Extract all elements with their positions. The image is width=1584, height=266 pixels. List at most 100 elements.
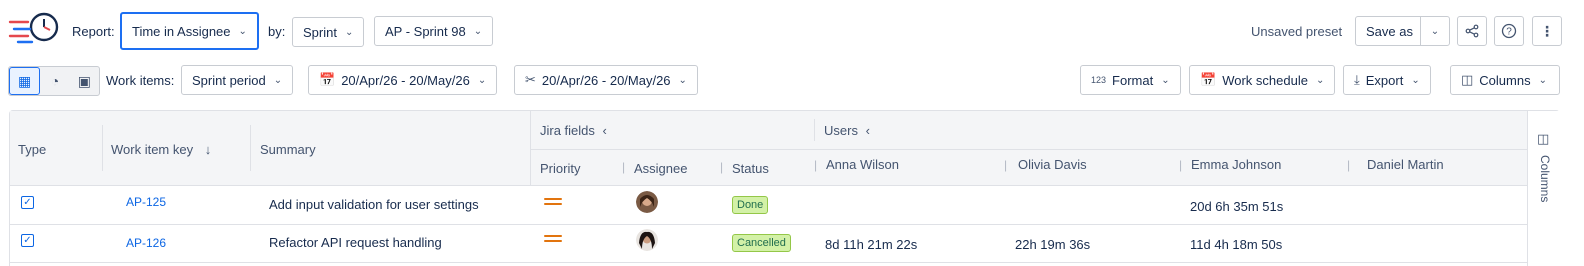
help-button[interactable]: ? bbox=[1494, 16, 1524, 46]
format-label: Format bbox=[1112, 72, 1154, 88]
header-group-users[interactable]: Users ‹ bbox=[824, 123, 870, 138]
time-cell-emma-johnson: 11d 4h 18m 50s bbox=[1190, 237, 1283, 252]
header-status[interactable]: Status bbox=[732, 161, 769, 176]
chevron-down-icon: ⌄ bbox=[1315, 74, 1325, 86]
status-badge: Done bbox=[732, 196, 769, 214]
chevron-down-icon: ⌄ bbox=[678, 74, 687, 86]
help-icon: ? bbox=[1501, 23, 1517, 39]
sprint-select-value: AP - Sprint 98 bbox=[385, 23, 466, 39]
column-divider: | bbox=[814, 158, 818, 172]
chevron-left-icon: ‹ bbox=[602, 123, 607, 138]
columns-side-panel-label: Columns bbox=[1538, 155, 1552, 203]
header-user-emma-johnson[interactable]: Emma Johnson bbox=[1191, 157, 1281, 172]
header-type[interactable]: Type bbox=[18, 142, 46, 157]
column-divider: | bbox=[622, 160, 626, 174]
chevron-down-icon: ⌄ bbox=[344, 26, 354, 38]
svg-text:?: ? bbox=[1506, 27, 1512, 38]
time-cell-anna-wilson: 8d 11h 21m 22s bbox=[825, 237, 918, 252]
priority-medium-icon bbox=[544, 235, 562, 243]
date-range-picker[interactable]: 📅 20/Apr/26 - 20/May/26 ⌄ bbox=[308, 65, 498, 95]
columns-button[interactable]: ◫ Columns ⌄ bbox=[1450, 65, 1560, 95]
work-items-select[interactable]: Sprint period ⌄ bbox=[181, 65, 294, 95]
work-item-key-link[interactable]: AP-126 bbox=[126, 236, 166, 250]
chevron-down-icon: ⌄ bbox=[473, 25, 483, 37]
time-cell-emma-johnson: 20d 6h 35m 51s bbox=[1190, 199, 1284, 214]
chevron-left-icon: ‹ bbox=[865, 123, 870, 138]
scissors-icon: ✂ bbox=[525, 72, 536, 87]
group-by-value: Sprint bbox=[303, 24, 337, 40]
header-user-anna-wilson[interactable]: Anna Wilson bbox=[826, 157, 899, 172]
chevron-down-icon: ⌄ bbox=[477, 74, 487, 86]
header-group-jira-fields[interactable]: Jira fields ‹ bbox=[540, 123, 607, 138]
trim-range-picker[interactable]: ✂ 20/Apr/26 - 20/May/26 ⌄ bbox=[514, 65, 698, 95]
row-divider bbox=[10, 262, 1527, 263]
chevron-down-icon: ⌄ bbox=[1538, 74, 1547, 86]
grid-view-icon[interactable]: ▦ bbox=[9, 67, 41, 95]
row-divider bbox=[10, 224, 1527, 225]
chevron-down-icon: ⌄ bbox=[238, 25, 247, 37]
export-button[interactable]: ⤓ Export ⌄ bbox=[1343, 65, 1431, 95]
header-work-item-key[interactable]: Work item key ↓ bbox=[111, 142, 211, 157]
column-divider: | bbox=[1347, 158, 1351, 172]
work-schedule-button[interactable]: 📅 Work schedule ⌄ bbox=[1189, 65, 1336, 95]
header-priority[interactable]: Priority bbox=[540, 161, 580, 176]
unsaved-preset-label: Unsaved preset bbox=[1251, 24, 1343, 39]
column-divider: | bbox=[720, 160, 724, 174]
report-select[interactable]: Time in Assignee ⌄ bbox=[120, 12, 259, 50]
column-divider bbox=[250, 125, 251, 171]
save-as-label: Save as bbox=[1366, 23, 1413, 39]
report-label: Report: bbox=[72, 24, 115, 39]
number-format-icon: 123 bbox=[1091, 75, 1107, 85]
chevron-down-icon: ⌄ bbox=[1430, 25, 1440, 37]
header-assignee[interactable]: Assignee bbox=[634, 161, 687, 176]
share-icon bbox=[1465, 24, 1479, 38]
pivot-view-icon[interactable]: ▣ bbox=[70, 67, 99, 95]
app-logo-icon bbox=[8, 12, 59, 44]
avatar bbox=[636, 191, 658, 213]
format-button[interactable]: 123 Format ⌄ bbox=[1080, 65, 1181, 95]
task-type-icon: ✓ bbox=[21, 234, 34, 247]
task-type-icon: ✓ bbox=[21, 196, 34, 209]
chevron-down-icon: ⌄ bbox=[1161, 74, 1170, 86]
report-table: Type Work item key ↓ Summary Jira fields… bbox=[9, 110, 1560, 266]
column-divider bbox=[530, 111, 531, 186]
header-user-daniel-martin[interactable]: Daniel Martin bbox=[1367, 157, 1444, 172]
report-select-value: Time in Assignee bbox=[132, 23, 231, 39]
work-items-label: Work items: bbox=[106, 73, 175, 88]
save-as-button[interactable]: Save as bbox=[1355, 16, 1421, 46]
assignee-avatar-icon bbox=[636, 229, 658, 251]
users-label: Users bbox=[824, 123, 858, 138]
work-item-key-link[interactable]: AP-125 bbox=[126, 195, 166, 209]
header-work-item-key-label: Work item key bbox=[111, 142, 194, 157]
sprint-select[interactable]: AP - Sprint 98 ⌄ bbox=[374, 16, 494, 46]
more-options-button[interactable]: ⋮ bbox=[1532, 16, 1562, 46]
assignee-avatar-icon bbox=[636, 191, 658, 213]
pie-chart-icon[interactable]: ◔ bbox=[40, 67, 69, 95]
time-cell-olivia-davis: 22h 19m 36s bbox=[1015, 237, 1091, 252]
avatar bbox=[636, 229, 658, 251]
summary-cell: Refactor API request handling bbox=[269, 235, 442, 250]
more-vertical-icon: ⋮ bbox=[1540, 22, 1554, 39]
save-options-button[interactable]: ⌄ bbox=[1420, 16, 1450, 46]
export-label: Export bbox=[1365, 72, 1404, 88]
work-schedule-label: Work schedule bbox=[1222, 72, 1308, 88]
column-divider: | bbox=[1004, 158, 1008, 172]
work-items-value: Sprint period bbox=[192, 72, 266, 88]
date-range-value: 20/Apr/26 - 20/May/26 bbox=[341, 72, 470, 88]
header-group-divider bbox=[530, 149, 1527, 150]
chevron-down-icon: ⌄ bbox=[273, 74, 283, 86]
columns-icon: ◫ bbox=[1537, 131, 1550, 146]
by-label: by: bbox=[268, 24, 286, 39]
sort-descending-icon: ↓ bbox=[204, 142, 212, 157]
header-user-olivia-davis[interactable]: Olivia Davis bbox=[1018, 157, 1087, 172]
share-button[interactable] bbox=[1457, 16, 1487, 46]
summary-cell: Add input validation for user settings bbox=[269, 197, 479, 212]
column-divider: | bbox=[1179, 158, 1183, 172]
download-icon: ⤓ bbox=[1354, 72, 1360, 87]
column-divider bbox=[814, 119, 815, 141]
trim-range-value: 20/Apr/26 - 20/May/26 bbox=[541, 72, 671, 88]
header-summary[interactable]: Summary bbox=[260, 142, 316, 157]
view-toggle[interactable]: ▦ ◔ ▣ bbox=[8, 66, 100, 96]
priority-medium-icon bbox=[544, 198, 562, 206]
group-by-select[interactable]: Sprint ⌄ bbox=[292, 17, 365, 47]
